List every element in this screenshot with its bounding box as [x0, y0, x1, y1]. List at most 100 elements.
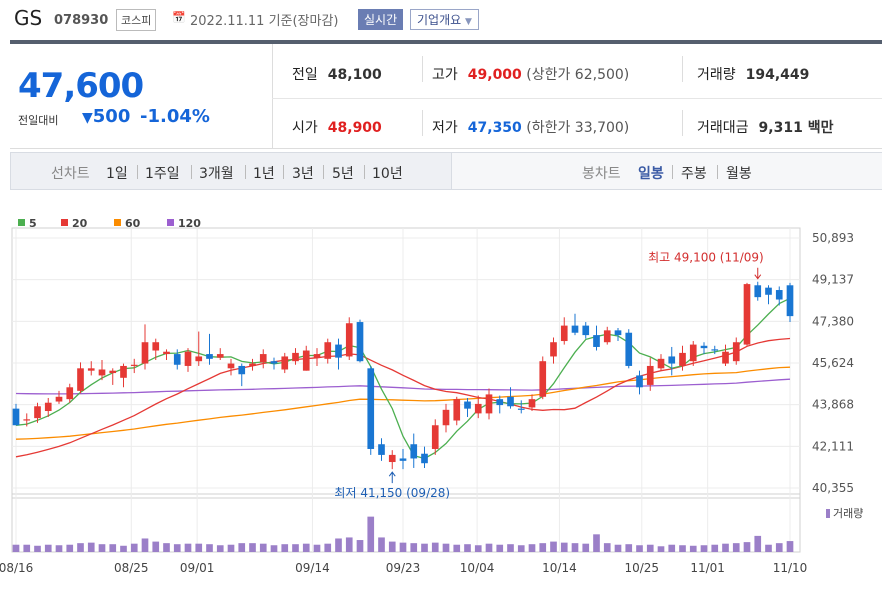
- candle-body: [732, 342, 740, 362]
- stat-separator: [682, 110, 683, 136]
- upper-limit: (상한가 62,500): [526, 67, 630, 83]
- volume-stat: 거래량 194,449: [697, 64, 809, 84]
- candle-body: [464, 401, 471, 409]
- volume-bar: [421, 543, 428, 552]
- candle-body: [345, 323, 353, 357]
- tab-daily[interactable]: 일봉: [638, 163, 664, 183]
- x-tick-label: 11/10: [773, 561, 808, 575]
- volume-bar: [206, 544, 213, 552]
- tab-10y[interactable]: 10년: [372, 163, 403, 183]
- volume-bar: [571, 543, 579, 552]
- candle-body: [485, 394, 493, 414]
- candle-body: [453, 399, 461, 421]
- volume-bar: [636, 545, 643, 552]
- volume-bar: [679, 545, 686, 552]
- candle-body: [130, 364, 138, 366]
- stock-code: 078930: [54, 13, 109, 28]
- volume-bar: [109, 544, 117, 552]
- volume-bar: [560, 542, 568, 552]
- candle-body: [367, 368, 375, 449]
- low-label: 저가: [432, 120, 458, 136]
- volume-bar: [743, 542, 751, 552]
- candle-body: [625, 332, 633, 366]
- company-overview-dropdown[interactable]: 기업개요 ▼: [410, 9, 479, 30]
- tab-1w[interactable]: 1주일: [145, 163, 180, 183]
- volume-bar: [77, 543, 84, 552]
- volume-bar: [34, 545, 41, 552]
- volume-bar: [496, 544, 504, 552]
- market-badge: 코스피: [116, 9, 157, 31]
- volume-bar: [689, 545, 697, 552]
- candle-body: [765, 287, 772, 295]
- realtime-button[interactable]: 실시간: [358, 9, 404, 30]
- open-label: 시가: [292, 120, 318, 136]
- volume-bar: [249, 543, 256, 552]
- tab-3m[interactable]: 3개월: [199, 163, 234, 183]
- candle-body: [442, 409, 450, 426]
- volume-bar: [625, 544, 633, 552]
- candle-body: [474, 403, 482, 414]
- candle-body: [335, 344, 342, 358]
- candle-body: [292, 352, 299, 362]
- volume-bar: [464, 544, 471, 552]
- stats-bottom-divider: [10, 148, 882, 149]
- volume-bar: [120, 545, 127, 552]
- tab-divider: [137, 165, 138, 179]
- candle-body: [259, 354, 267, 363]
- candle-body: [281, 356, 289, 370]
- volume-bar: [281, 544, 289, 552]
- calendar-icon: 📅: [172, 11, 186, 24]
- volume-bar: [87, 542, 95, 552]
- candle-body: [249, 363, 256, 366]
- candle-body: [646, 365, 654, 385]
- candle-body: [356, 322, 364, 362]
- high-value: 49,000: [467, 67, 522, 83]
- candle-body: [270, 361, 278, 364]
- tab-divider: [323, 165, 324, 179]
- low-stat: 저가 47,350 (하한가 33,700): [432, 117, 629, 137]
- candle-body: [571, 325, 579, 333]
- y-tick-label: 47,380: [812, 314, 854, 328]
- volume-bar: [195, 543, 203, 552]
- candle-body: [775, 290, 783, 300]
- candle-body: [109, 370, 117, 374]
- candle-body: [689, 344, 697, 362]
- volume-bar: [593, 534, 600, 552]
- tab-3y[interactable]: 3년: [292, 163, 314, 183]
- volume-bar: [765, 544, 772, 552]
- volume-bar: [12, 544, 20, 552]
- annotations: 최고 49,100 (11/09) 최저 41,150 (09/28): [334, 251, 763, 500]
- volume-bar: [141, 538, 149, 552]
- volume-bar: [603, 543, 611, 552]
- volume-bar: [388, 541, 396, 552]
- candle-body: [173, 354, 181, 365]
- tab-1d[interactable]: 1일: [106, 163, 128, 183]
- volume-bar: [335, 538, 342, 552]
- candle-body: [87, 368, 95, 371]
- volume-bar: [324, 543, 332, 552]
- tab-weekly[interactable]: 주봉: [681, 163, 707, 183]
- x-tick-label: 10/04: [460, 561, 495, 575]
- volume-bar: [582, 543, 590, 552]
- volume-bar: [775, 543, 783, 552]
- volume-bar: [399, 542, 407, 552]
- x-tick-label: 09/14: [295, 561, 330, 575]
- volume-legend-swatch: [826, 509, 830, 518]
- tab-1y[interactable]: 1년: [253, 163, 275, 183]
- x-tick-label: 11/01: [690, 561, 725, 575]
- current-price: 47,600: [18, 66, 144, 106]
- volume-bar: [173, 544, 181, 552]
- volume-value: 194,449: [745, 67, 810, 83]
- stat-separator: [422, 56, 423, 82]
- candle-body: [195, 356, 203, 362]
- volume-bar: [507, 544, 514, 552]
- tab-monthly[interactable]: 월봉: [726, 163, 752, 183]
- volume-bar: [700, 545, 708, 552]
- volume-bar: [786, 541, 794, 552]
- candle-body: [711, 349, 719, 351]
- candle-body: [507, 396, 514, 407]
- tab-5y[interactable]: 5년: [332, 163, 354, 183]
- volume-bar: [259, 543, 267, 552]
- candle-body: [44, 402, 52, 412]
- volume-bar: [754, 535, 762, 552]
